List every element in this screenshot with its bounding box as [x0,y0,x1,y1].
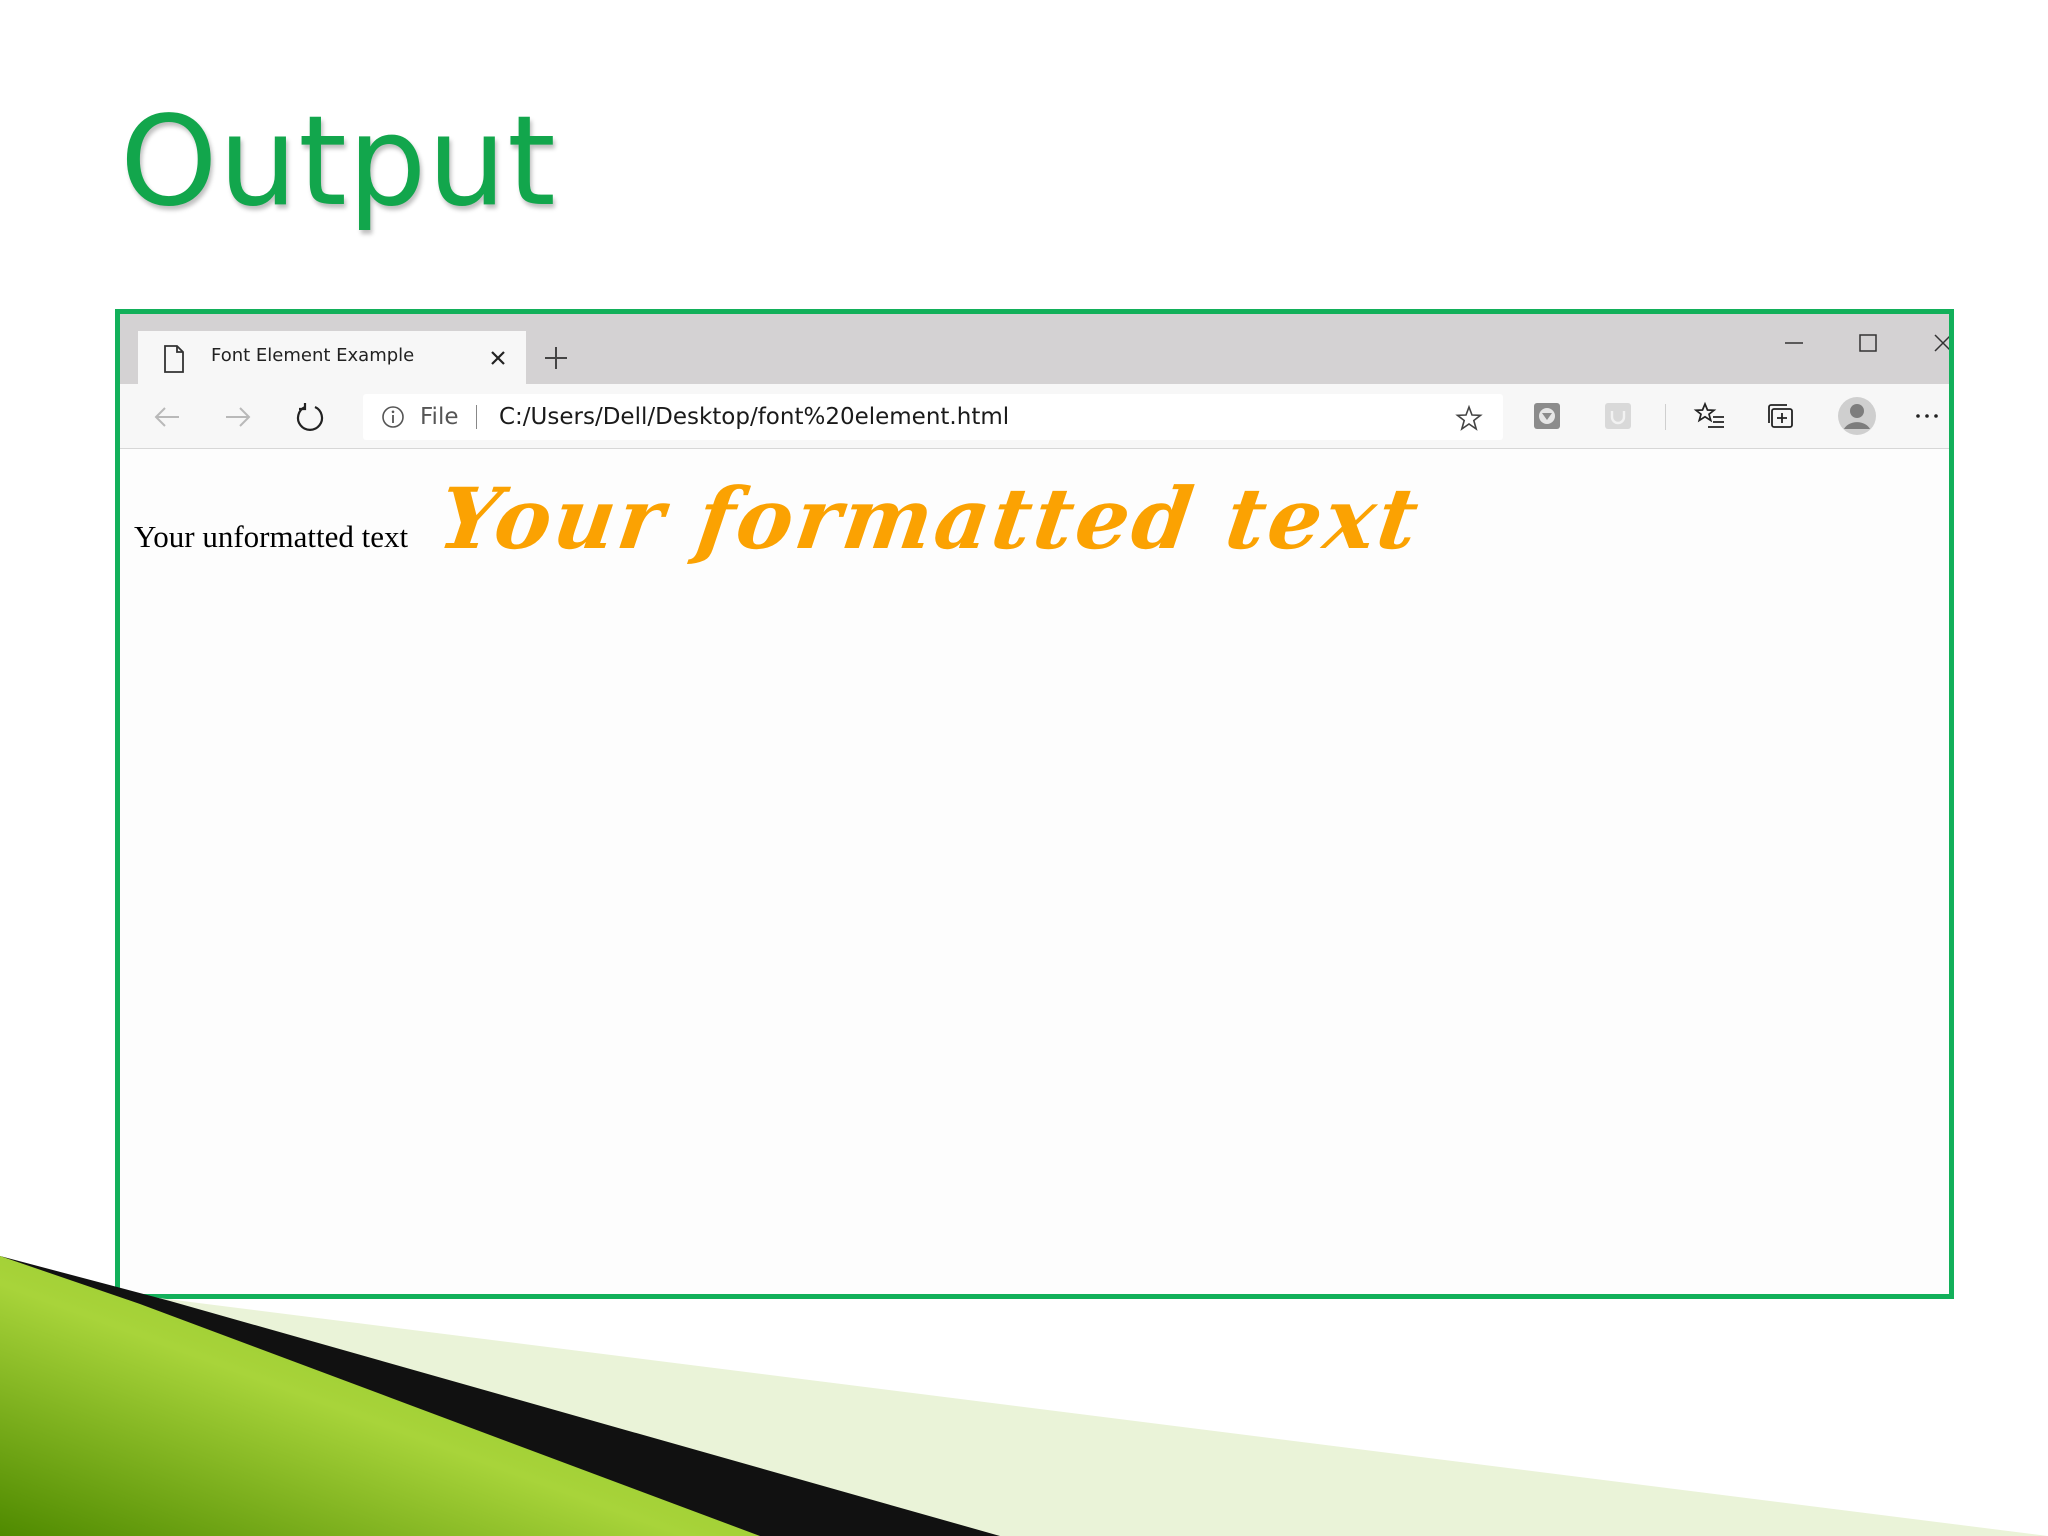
extension-shield-icon[interactable] [1530,399,1564,433]
slide-bottom-decoration [0,1256,2048,1536]
info-icon[interactable] [381,405,405,429]
slide-title: Output [120,90,557,234]
back-arrow-icon[interactable] [150,400,184,434]
maximize-icon[interactable] [1850,328,1886,358]
address-separator [476,405,477,429]
tab-label: Font Element Example [211,345,415,366]
more-options-icon[interactable] [1910,399,1944,433]
extension-pocket-icon[interactable] [1601,399,1635,433]
address-scheme-label: File [420,404,459,430]
browser-window: Font Element Example File C:/Users/Dell/… [115,309,1954,1299]
close-window-icon[interactable] [1925,328,1954,358]
formatted-text: Your formatted text [433,469,1428,568]
tab-font-element-example[interactable]: Font Element Example [138,331,526,384]
minimize-icon[interactable] [1776,328,1812,358]
collections-icon[interactable] [1764,399,1798,433]
unformatted-text: Your unformatted text [134,519,409,554]
refresh-icon[interactable] [293,400,327,434]
address-url[interactable]: C:/Users/Dell/Desktop/font%20element.htm… [499,404,1009,430]
browser-toolbar: File C:/Users/Dell/Desktop/font%20elemen… [120,384,1949,449]
profile-avatar-icon[interactable] [1837,396,1877,436]
favorites-list-icon[interactable] [1693,399,1727,433]
close-tab-icon[interactable] [486,346,510,370]
favorite-star-icon[interactable] [1455,404,1483,432]
toolbar-divider [1665,404,1666,430]
new-tab-icon[interactable] [542,344,570,372]
slide: Output Font Element Example File C:/User… [0,0,2048,1536]
page-content: Your unformatted text Your formatted tex… [120,449,1949,1294]
forward-arrow-icon[interactable] [221,400,255,434]
address-bar[interactable]: File C:/Users/Dell/Desktop/font%20elemen… [363,394,1503,440]
browser-titlebar: Font Element Example [120,314,1949,384]
page-icon [164,345,184,373]
